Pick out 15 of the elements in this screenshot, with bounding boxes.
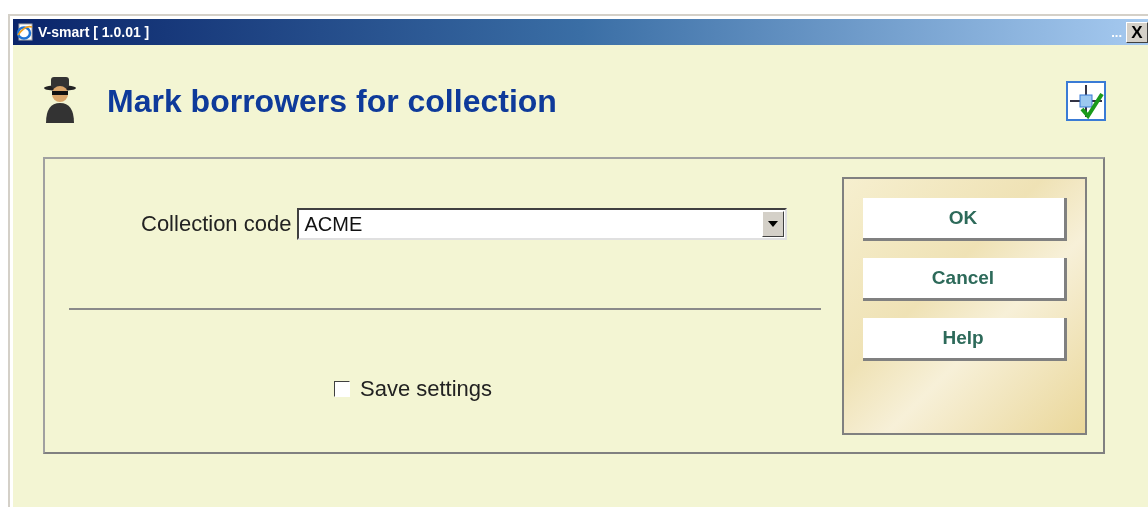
window-title: V-smart [ 1.0.01 ]: [38, 24, 151, 40]
close-button[interactable]: X: [1126, 21, 1148, 43]
dialog-button[interactable]: Help: [862, 318, 1067, 361]
caret-icon: [768, 221, 779, 227]
dialog-button[interactable]: OK: [862, 198, 1067, 241]
move-check-icon[interactable]: [1066, 81, 1106, 121]
field-label: Collection code: [141, 211, 292, 237]
checkbox-label: Save settings: [360, 376, 493, 402]
agent-figure-icon: [43, 77, 77, 125]
collection-code-dropdown[interactable]: ACME: [297, 208, 788, 240]
browser-icon: [16, 23, 34, 41]
page-heading: Mark borrowers for collection: [107, 82, 558, 120]
dialog-button[interactable]: Cancel: [862, 258, 1067, 301]
checkbox[interactable]: [334, 381, 350, 397]
overflow-label: ...: [1111, 24, 1122, 40]
